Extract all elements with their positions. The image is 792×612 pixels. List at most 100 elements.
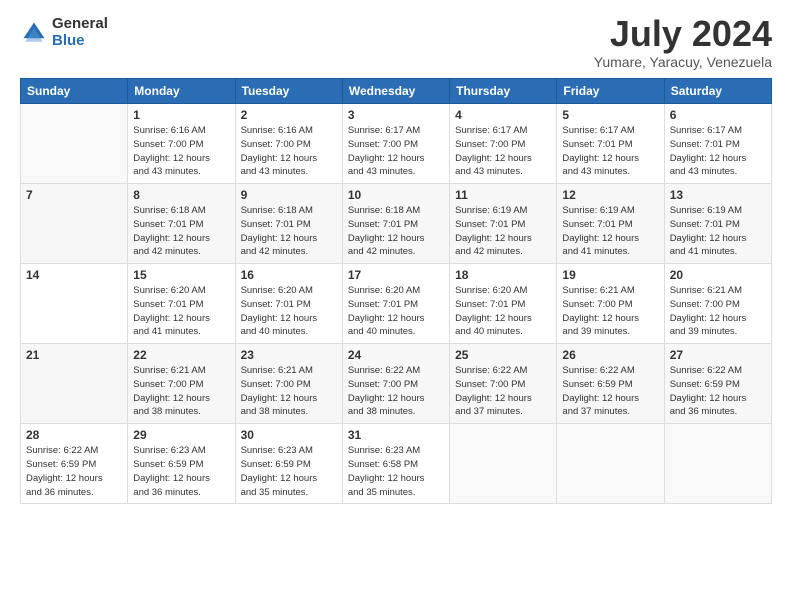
day-info: Sunrise: 6:19 AM Sunset: 7:01 PM Dayligh… [562, 204, 658, 259]
day-info: Sunrise: 6:17 AM Sunset: 7:00 PM Dayligh… [348, 124, 444, 179]
day-number: 15 [133, 268, 229, 282]
calendar-cell: 12Sunrise: 6:19 AM Sunset: 7:01 PM Dayli… [557, 184, 664, 264]
day-number: 2 [241, 108, 337, 122]
day-number: 17 [348, 268, 444, 282]
calendar-cell: 15 Sunrise: 6:20 AM Sunset: 7:01 PM Dayli… [128, 264, 235, 344]
day-number: 8 [133, 188, 229, 202]
day-number: 14 [26, 268, 122, 282]
day-number: 24 [348, 348, 444, 362]
logo-text: General Blue [52, 16, 108, 49]
day-number: 23 [241, 348, 337, 362]
week-row-2: 78 Sunrise: 6:18 AM Sunset: 7:01 PM Dayli… [21, 184, 772, 264]
day-number: 11 [455, 188, 551, 202]
day-info: Sunrise: 6:16 AM Sunset: 7:00 PM Dayligh… [241, 124, 337, 179]
day-info: Sunrise: 6:22 AM Sunset: 7:00 PM Dayligh… [455, 364, 551, 419]
calendar-cell: 8 Sunrise: 6:18 AM Sunset: 7:01 PM Daylig… [128, 184, 235, 264]
day-number: 1 [133, 108, 229, 122]
calendar-cell: 20Sunrise: 6:21 AM Sunset: 7:00 PM Dayli… [664, 264, 771, 344]
day-info: Sunrise: 6:21 AM Sunset: 7:00 PM Dayligh… [133, 364, 229, 419]
day-info: Sunrise: 6:18 AM Sunset: 7:01 PM Dayligh… [348, 204, 444, 259]
calendar-cell: 29Sunrise: 6:23 AM Sunset: 6:59 PM Dayli… [128, 424, 235, 504]
weekday-header-sunday: Sunday [21, 79, 128, 104]
calendar-cell [664, 424, 771, 504]
day-number: 27 [670, 348, 766, 362]
day-info: Sunrise: 6:20 AM Sunset: 7:01 PM Dayligh… [348, 284, 444, 339]
day-number: 22 [133, 348, 229, 362]
weekday-header-tuesday: Tuesday [235, 79, 342, 104]
month-year: July 2024 [594, 16, 772, 52]
calendar-cell: 31 Sunrise: 6:23 AM Sunset: 6:58 PM Dayli… [342, 424, 449, 504]
calendar-cell: 22 Sunrise: 6:21 AM Sunset: 7:00 PM Dayli… [128, 344, 235, 424]
title-block: July 2024 Yumare, Yaracuy, Venezuela [594, 16, 772, 70]
day-number: 6 [670, 108, 766, 122]
weekday-header-wednesday: Wednesday [342, 79, 449, 104]
day-number: 21 [26, 348, 122, 362]
calendar-cell: 13Sunrise: 6:19 AM Sunset: 7:01 PM Dayli… [664, 184, 771, 264]
calendar: SundayMondayTuesdayWednesdayThursdayFrid… [20, 78, 772, 504]
calendar-cell: 25 Sunrise: 6:22 AM Sunset: 7:00 PM Dayli… [450, 344, 557, 424]
logo: General Blue [20, 16, 108, 49]
day-info: Sunrise: 6:23 AM Sunset: 6:59 PM Dayligh… [133, 444, 229, 499]
day-info: Sunrise: 6:22 AM Sunset: 6:59 PM Dayligh… [670, 364, 766, 419]
week-row-3: 14 15 Sunrise: 6:20 AM Sunset: 7:01 PM Day… [21, 264, 772, 344]
weekday-header-friday: Friday [557, 79, 664, 104]
day-number: 25 [455, 348, 551, 362]
day-number: 10 [348, 188, 444, 202]
day-info: Sunrise: 6:18 AM Sunset: 7:01 PM Dayligh… [133, 204, 229, 259]
day-number: 16 [241, 268, 337, 282]
day-number: 9 [241, 188, 337, 202]
day-info: Sunrise: 6:17 AM Sunset: 7:01 PM Dayligh… [670, 124, 766, 179]
calendar-cell: 7 [21, 184, 128, 264]
week-row-5: 28Sunrise: 6:22 AM Sunset: 6:59 PM Dayli… [21, 424, 772, 504]
calendar-cell: 16 Sunrise: 6:20 AM Sunset: 7:01 PM Dayli… [235, 264, 342, 344]
calendar-cell: 3 Sunrise: 6:17 AM Sunset: 7:00 PM Daylig… [342, 104, 449, 184]
day-number: 18 [455, 268, 551, 282]
weekday-header-saturday: Saturday [664, 79, 771, 104]
header: General Blue July 2024 Yumare, Yaracuy, … [20, 16, 772, 70]
calendar-cell [450, 424, 557, 504]
page: General Blue July 2024 Yumare, Yaracuy, … [0, 0, 792, 612]
calendar-cell: 19Sunrise: 6:21 AM Sunset: 7:00 PM Dayli… [557, 264, 664, 344]
day-info: Sunrise: 6:22 AM Sunset: 6:59 PM Dayligh… [562, 364, 658, 419]
week-row-4: 21 22 Sunrise: 6:21 AM Sunset: 7:00 PM Day… [21, 344, 772, 424]
calendar-cell: 2 Sunrise: 6:16 AM Sunset: 7:00 PM Daylig… [235, 104, 342, 184]
calendar-cell: 18 Sunrise: 6:20 AM Sunset: 7:01 PM Dayli… [450, 264, 557, 344]
logo-general: General [52, 16, 108, 33]
day-number: 30 [241, 428, 337, 442]
day-number: 31 [348, 428, 444, 442]
day-number: 20 [670, 268, 766, 282]
day-info: Sunrise: 6:17 AM Sunset: 7:00 PM Dayligh… [455, 124, 551, 179]
day-info: Sunrise: 6:20 AM Sunset: 7:01 PM Dayligh… [455, 284, 551, 339]
weekday-header-thursday: Thursday [450, 79, 557, 104]
day-info: Sunrise: 6:16 AM Sunset: 7:00 PM Dayligh… [133, 124, 229, 179]
calendar-cell: 26 Sunrise: 6:22 AM Sunset: 6:59 PM Dayli… [557, 344, 664, 424]
day-number: 4 [455, 108, 551, 122]
day-info: Sunrise: 6:23 AM Sunset: 6:58 PM Dayligh… [348, 444, 444, 499]
calendar-cell: 11 Sunrise: 6:19 AM Sunset: 7:01 PM Dayli… [450, 184, 557, 264]
day-number: 5 [562, 108, 658, 122]
calendar-cell: 14 [21, 264, 128, 344]
day-number: 19 [562, 268, 658, 282]
weekday-header-monday: Monday [128, 79, 235, 104]
logo-blue: Blue [52, 33, 108, 50]
day-number: 3 [348, 108, 444, 122]
calendar-cell: 6 Sunrise: 6:17 AM Sunset: 7:01 PM Daylig… [664, 104, 771, 184]
day-info: Sunrise: 6:20 AM Sunset: 7:01 PM Dayligh… [241, 284, 337, 339]
day-info: Sunrise: 6:17 AM Sunset: 7:01 PM Dayligh… [562, 124, 658, 179]
day-number: 7 [26, 188, 122, 202]
location: Yumare, Yaracuy, Venezuela [594, 54, 772, 70]
day-info: Sunrise: 6:19 AM Sunset: 7:01 PM Dayligh… [455, 204, 551, 259]
calendar-cell [557, 424, 664, 504]
calendar-cell: 1 Sunrise: 6:16 AM Sunset: 7:00 PM Daylig… [128, 104, 235, 184]
calendar-cell [21, 104, 128, 184]
logo-icon [20, 19, 48, 47]
day-info: Sunrise: 6:20 AM Sunset: 7:01 PM Dayligh… [133, 284, 229, 339]
day-info: Sunrise: 6:21 AM Sunset: 7:00 PM Dayligh… [241, 364, 337, 419]
day-number: 13 [670, 188, 766, 202]
calendar-cell: 9 Sunrise: 6:18 AM Sunset: 7:01 PM Daylig… [235, 184, 342, 264]
calendar-cell: 30Sunrise: 6:23 AM Sunset: 6:59 PM Dayli… [235, 424, 342, 504]
weekday-header-row: SundayMondayTuesdayWednesdayThursdayFrid… [21, 79, 772, 104]
day-number: 26 [562, 348, 658, 362]
calendar-cell: 10 Sunrise: 6:18 AM Sunset: 7:01 PM Dayli… [342, 184, 449, 264]
day-info: Sunrise: 6:18 AM Sunset: 7:01 PM Dayligh… [241, 204, 337, 259]
